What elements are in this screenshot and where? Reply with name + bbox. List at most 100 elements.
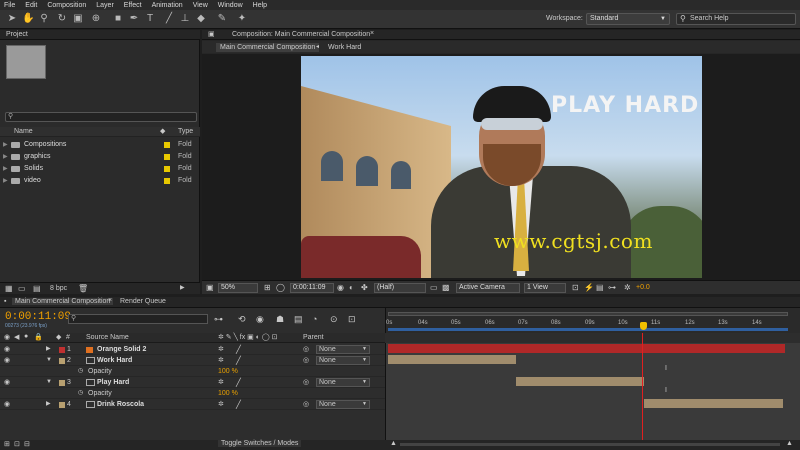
trash-icon[interactable]: 🗑 [78, 284, 88, 293]
source-name-header[interactable]: Source Name [86, 334, 129, 341]
layer-bar-drink-roscola[interactable] [644, 399, 783, 408]
show-snapshot-icon[interactable]: ◐ [349, 283, 354, 292]
interpret-footage-icon[interactable]: ▦ [5, 284, 13, 293]
mask-visibility-icon[interactable]: ◯ [276, 283, 285, 292]
search-help-input[interactable]: ⚲ Search Help [676, 13, 796, 25]
keyframe-icon[interactable]: I [665, 365, 667, 372]
puppet-tool-icon[interactable]: ✦ [236, 13, 248, 25]
scroll-arrow-icon[interactable]: ▶ [180, 284, 185, 291]
close-icon[interactable]: × [370, 30, 374, 37]
motion-blur-icon[interactable]: ◔ [312, 314, 317, 324]
pickwhip-icon[interactable]: ◎ [303, 355, 309, 366]
parent-select[interactable]: None ▼ [316, 378, 370, 387]
eraser-tool-icon[interactable]: ◆ [195, 13, 207, 25]
menu-edit[interactable]: Edit [25, 2, 37, 9]
menu-effect[interactable]: Effect [124, 2, 142, 9]
zoom-out-icon[interactable]: ▲ [390, 440, 397, 447]
label-swatch[interactable] [59, 347, 65, 353]
layer-row[interactable]: ◉ ▶ 1 Orange Solid 2 ✲ ╱ ◎ None ▼ [0, 344, 385, 355]
layer-row[interactable]: ◉ ▼ 2 Work Hard ✲ ╱ ◎ None ▼ [0, 355, 385, 366]
project-search-input[interactable]: ⚲ [5, 112, 197, 122]
composition-tab[interactable]: Composition: Main Commercial Composition [232, 31, 370, 38]
chevron-right-icon[interactable]: ▶ [3, 175, 8, 187]
pan-behind-tool-icon[interactable]: ⊕ [90, 13, 102, 25]
quality-switch-icon[interactable]: ╱ [236, 355, 241, 366]
comp-mini-flowchart-icon[interactable]: ⊶ [214, 314, 223, 325]
lock-icon[interactable]: 🔒 [34, 333, 43, 341]
new-composition-icon[interactable]: ▤ [33, 284, 41, 293]
menu-file[interactable]: File [4, 2, 15, 9]
shy-switch-icon[interactable]: ✲ [218, 344, 224, 355]
camera-tool-icon[interactable]: ▣ [72, 13, 84, 25]
lock-icon[interactable]: ▣ [208, 30, 215, 38]
project-item[interactable]: ▶ video Fold [0, 175, 200, 187]
layer-bar-play-hard[interactable] [516, 377, 644, 386]
live-update-icon[interactable]: ⟲ [238, 314, 246, 325]
type-tool-icon[interactable]: T [144, 13, 156, 25]
layer-bar-work-hard[interactable] [388, 355, 516, 364]
parent-select[interactable]: None ▼ [316, 345, 370, 354]
eye-icon[interactable]: ◉ [4, 344, 10, 355]
label-column-icon[interactable]: ◆ [56, 333, 61, 341]
zoom-in-icon[interactable]: ▲ [786, 440, 793, 447]
layer-name[interactable]: Work Hard [97, 355, 132, 366]
pickwhip-icon[interactable]: ◎ [303, 344, 309, 355]
timeline-icon[interactable]: ▤ [596, 283, 604, 292]
chevron-right-icon[interactable]: ▶ [3, 163, 8, 175]
parent-select[interactable]: None ▼ [316, 356, 370, 365]
label-swatch[interactable] [59, 358, 65, 364]
chevron-right-icon[interactable]: ▶ [46, 399, 51, 410]
zoom-slider[interactable] [400, 443, 780, 446]
shy-switch-icon[interactable]: ✲ [218, 355, 224, 366]
menu-layer[interactable]: Layer [96, 2, 114, 9]
menu-animation[interactable]: Animation [152, 2, 183, 9]
breadcrumb-main-comp[interactable]: Main Commercial Composition [216, 43, 320, 52]
menu-help[interactable]: Help [253, 2, 267, 9]
chevron-right-icon[interactable]: ▶ [46, 344, 51, 355]
property-value[interactable]: 100 % [218, 388, 238, 399]
in-out-icon[interactable]: ⊟ [24, 440, 30, 448]
zoom-tool-icon[interactable]: ⚲ [38, 13, 50, 25]
type-column-header[interactable]: Type [178, 128, 193, 135]
quality-switch-icon[interactable]: ╱ [236, 399, 241, 410]
label-swatch[interactable] [59, 402, 65, 408]
property-row[interactable]: ◷ Opacity 100 % [0, 388, 385, 399]
exposure-value[interactable]: +0.0 [636, 284, 650, 291]
layer-row[interactable]: ◉ ▼ 3 Play Hard ✲ ╱ ◎ None ▼ [0, 377, 385, 388]
name-column-header[interactable]: Name [14, 128, 33, 135]
layer-name[interactable]: Play Hard [97, 377, 129, 388]
composition-viewer[interactable]: PLAY HARD www.cgtsj.com [202, 54, 800, 280]
transparency-grid-icon[interactable]: ▩ [442, 283, 450, 292]
layer-name[interactable]: Drink Roscola [97, 399, 144, 410]
shy-switch-icon[interactable]: ✲ [218, 377, 224, 388]
pickwhip-icon[interactable]: ◎ [303, 377, 309, 388]
property-value[interactable]: 100 % [218, 366, 238, 377]
draft-3d-icon[interactable]: ◉ [256, 314, 264, 325]
exposure-icon[interactable]: ✲ [624, 283, 631, 292]
timeline-search-input[interactable]: ⚲ [68, 314, 208, 324]
current-time-indicator[interactable] [640, 322, 647, 330]
resolution-select[interactable]: (Half) [374, 283, 426, 293]
time-ruler[interactable]: 0s 04s 05s 06s 07s 08s 09s 10s 11s 12s 1… [385, 308, 800, 333]
property-row[interactable]: ◷ Opacity 100 % [0, 366, 385, 377]
timeline-tab[interactable]: Main Commercial Composition [12, 298, 114, 305]
hand-tool-icon[interactable]: ✋ [22, 13, 34, 25]
timeline-current-time[interactable]: 0:00:11:09 [5, 311, 71, 323]
view-layout-select[interactable]: 1 View [524, 283, 566, 293]
region-of-interest-icon[interactable]: ▭ [430, 283, 438, 292]
current-time-field[interactable]: 0:00:11:09 [290, 283, 334, 293]
brush-tool-icon[interactable]: ╱ [163, 13, 175, 25]
project-item[interactable]: ▶ Solids Fold [0, 163, 200, 175]
audio-icon[interactable]: ◀ [14, 333, 19, 341]
snapshot-icon[interactable]: ◉ [337, 283, 344, 292]
close-icon[interactable]: ▪ [4, 298, 6, 305]
eye-icon[interactable]: ◉ [4, 355, 10, 366]
eye-icon[interactable]: ◉ [4, 399, 10, 410]
work-area-bar[interactable] [388, 328, 788, 331]
selection-tool-icon[interactable]: ➤ [6, 13, 18, 25]
always-preview-icon[interactable]: ▣ [206, 283, 214, 292]
stopwatch-icon[interactable]: ◷ [78, 388, 83, 399]
layer-name[interactable]: Orange Solid 2 [97, 344, 146, 355]
layer-bar-orange-solid[interactable] [388, 344, 785, 353]
brainstorm-icon[interactable]: ⊙ [330, 314, 338, 325]
